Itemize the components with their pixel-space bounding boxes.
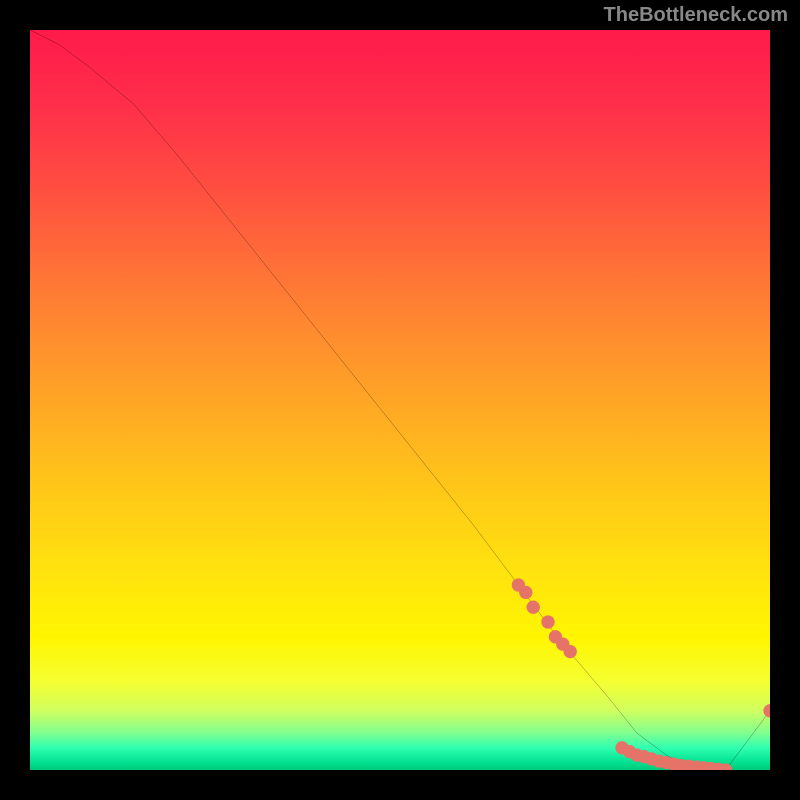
data-point [519,586,532,599]
watermark-text: TheBottleneck.com [604,4,788,27]
data-point [541,615,554,628]
data-point [564,645,577,658]
data-point [527,601,540,614]
curve-line [30,30,770,770]
chart-svg [30,30,770,770]
data-point [763,704,770,717]
chart-container: TheBottleneck.com [0,0,800,800]
data-points [512,578,770,770]
